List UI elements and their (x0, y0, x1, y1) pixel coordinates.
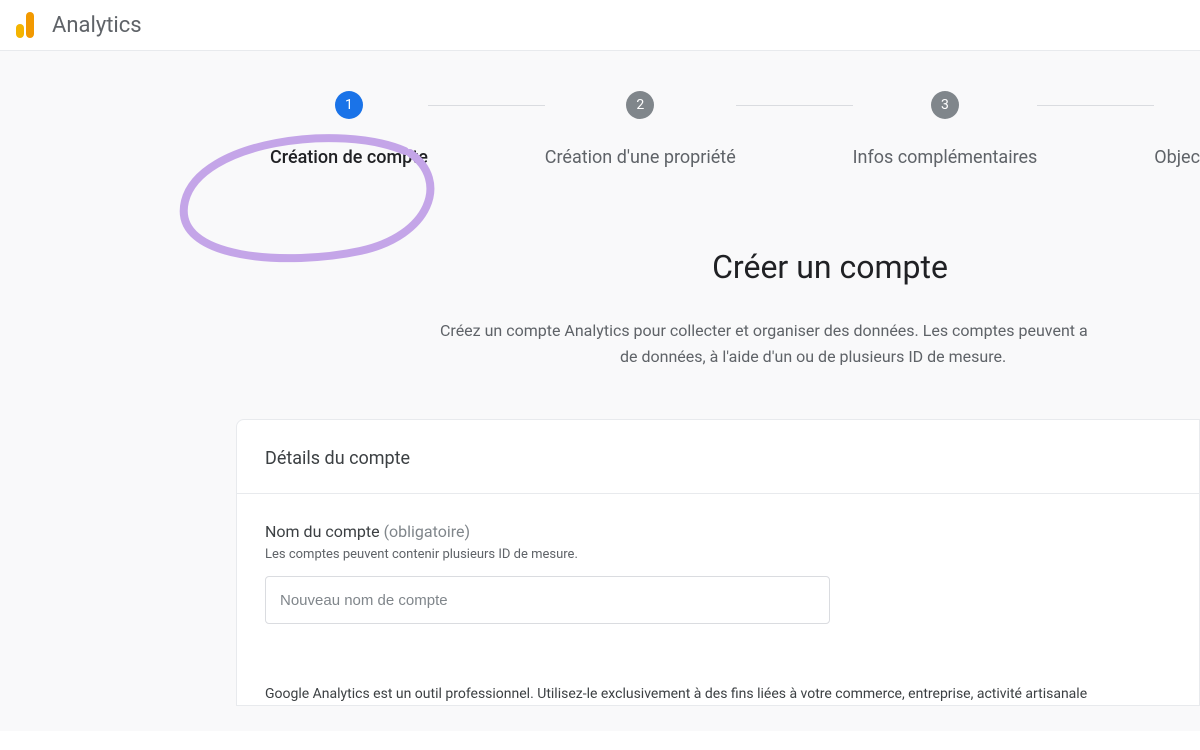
page-title: Créer un compte (0, 248, 1200, 286)
step-3[interactable]: 3 Infos complémentaires (853, 91, 1038, 168)
step-circle-2: 2 (626, 91, 654, 119)
subtitle-line2: de données, à l'aide d'un ou de plusieur… (440, 347, 1006, 366)
account-name-label: Nom du compte (obligatoire) (265, 522, 1171, 541)
field-label-text: Nom du compte (265, 522, 380, 541)
step-connector (1037, 105, 1154, 106)
step-label-1: Création de compte (270, 147, 428, 168)
legal-text: Google Analytics est un outil profession… (265, 684, 1171, 705)
content-area: 1 Création de compte 2 Création d'une pr… (0, 51, 1200, 731)
step-2[interactable]: 2 Création d'une propriété (545, 91, 736, 168)
subtitle-line1: Créez un compte Analytics pour collecter… (440, 321, 1088, 340)
field-required-text: (obligatoire) (384, 522, 470, 541)
analytics-logo-icon (16, 12, 34, 38)
step-label-2: Création d'une propriété (545, 147, 736, 168)
app-title: Analytics (52, 13, 142, 38)
stepper: 1 Création de compte 2 Création d'une pr… (0, 91, 1200, 168)
step-4[interactable]: 4 Objec (1154, 91, 1200, 168)
step-1[interactable]: 1 Création de compte (270, 91, 428, 168)
step-label-3: Infos complémentaires (853, 147, 1038, 168)
card-title: Détails du compte (237, 448, 1199, 494)
account-details-card: Détails du compte Nom du compte (obligat… (236, 419, 1200, 706)
step-label-4: Objec (1154, 147, 1200, 168)
step-circle-3: 3 (931, 91, 959, 119)
app-header: Analytics (0, 0, 1200, 51)
step-circle-1: 1 (335, 91, 363, 119)
step-connector (736, 105, 853, 106)
main-section: Créer un compte Créez un compte Analytic… (0, 168, 1200, 706)
account-name-field-group: Nom du compte (obligatoire) Les comptes … (265, 522, 1171, 624)
account-name-help: Les comptes peuvent contenir plusieurs I… (265, 547, 1171, 562)
account-name-input[interactable] (265, 576, 830, 624)
step-connector (428, 105, 545, 106)
page-subtitle: Créez un compte Analytics pour collecter… (0, 318, 1200, 369)
